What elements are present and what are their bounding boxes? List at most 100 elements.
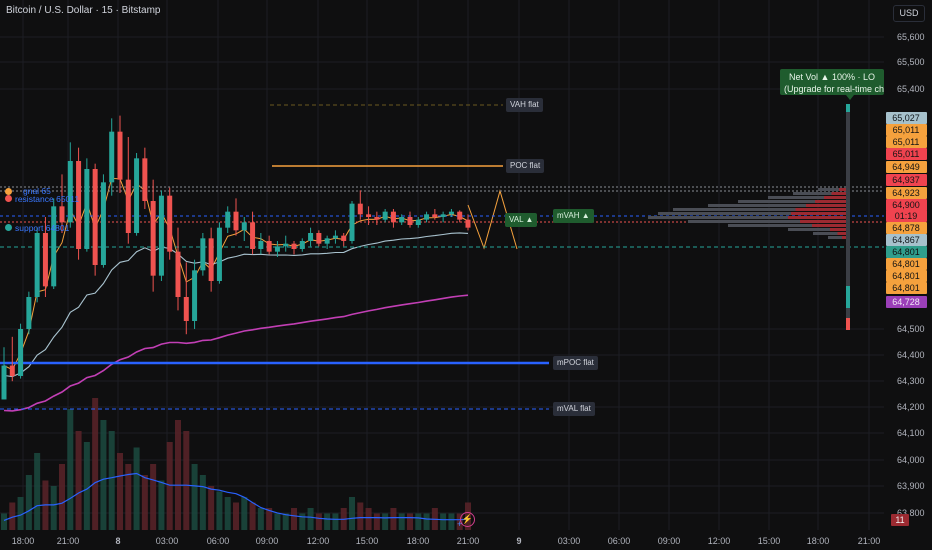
candle-body [183,297,189,321]
candle-body [299,241,305,249]
price-tag-text: 64,801 [892,247,920,257]
level-lines [0,104,884,410]
candle-body [51,206,57,287]
candle-body [349,203,355,241]
profile-bar-neutral [708,204,806,207]
x-tick-label: 03:00 [156,536,179,546]
x-tick-label: 03:00 [558,536,581,546]
net-volume-badge: Net Vol ▲ 100% · LO (Upgrade for real-ti… [780,69,884,95]
candle-body [291,243,297,249]
volume-bar [357,502,364,530]
volume-bar [117,453,123,530]
resistance-alert-icon[interactable] [5,195,12,202]
volume-profile [648,104,850,330]
add-plus-icon[interactable]: + [457,519,462,529]
candle-body [34,233,40,297]
volume-bar [423,513,430,530]
profile-bar-neutral [818,188,839,191]
candle-body [208,238,214,281]
volume-bar [233,502,239,530]
volume-bar [158,480,165,530]
candle-body [67,161,73,223]
candle-body [117,131,123,180]
price-tag-text: 64,801 [892,259,920,269]
volume-bar [34,453,41,530]
volume-bar [382,513,389,530]
candle-body [1,365,7,400]
candlesticks [1,115,471,400]
candle-body [440,214,446,217]
y-tick-label: 64,400 [897,350,925,360]
volume-bar [150,464,157,530]
support-alert-icon[interactable] [5,224,12,231]
symbol-title[interactable]: Bitcoin / U.S. Dollar · 15 · Bitstamp [6,5,161,16]
volume-bar [373,513,380,530]
volume-bar [166,442,173,530]
volume-bar [1,513,7,530]
price-tag-text: 64,728 [892,297,920,307]
profile-bar-down [788,216,848,219]
profile-bar-neutral [728,224,812,227]
candle-body [399,217,405,223]
profile-bar-neutral [658,212,791,215]
x-tick-label: 06:00 [608,536,631,546]
price-tag-text: 64,923 [892,188,920,198]
support-alert-label: support 64801 [15,223,70,233]
profile-bar-down [815,200,848,203]
currency-button[interactable]: USD [893,5,925,22]
candle-body [432,214,438,217]
price-tag-text: 64,900 [892,200,920,210]
profile-bar-down [806,204,848,207]
volume-bar [349,497,355,530]
candle-body [125,179,131,233]
price-tag-text: 65,011 [893,149,920,159]
volume-bar [108,431,115,530]
candle-body [192,270,198,321]
candle-body [424,214,430,220]
price-tag-text: 64,878 [892,223,920,233]
candle-body [142,158,148,201]
volume-bar [183,431,190,530]
candle-body [9,365,15,376]
profile-bar-down [791,212,848,215]
volume-bar [291,508,297,530]
x-tick-label: 09:00 [658,536,681,546]
vah-label: VAH flat [506,98,543,112]
candle-body [308,233,314,241]
profile-bar-down [812,224,848,227]
volume-tag-text: 11 [895,515,904,525]
candle-body [457,211,463,220]
net-volume-line2: (Upgrade for real-time cha [784,84,884,94]
volume-bar [241,497,248,530]
x-tick-label: 21:00 [457,536,480,546]
volume-bars [1,398,471,530]
candle-body [316,233,322,244]
price-tag-text: 64,867 [892,235,920,245]
x-tick-label: 09:00 [256,536,279,546]
profile-bar-neutral [828,236,842,239]
volume-bar [191,464,198,530]
price-tag-text: 64,801 [892,283,920,293]
candle-body [216,227,222,281]
x-tick-label: 18:00 [807,536,830,546]
volume-bar [415,513,422,530]
volume-bar [199,475,206,530]
candle-body [465,219,471,228]
candle-body [59,206,65,223]
signal-alert-icon[interactable] [5,188,12,195]
x-tick-label: 18:00 [12,536,35,546]
volume-bar [141,475,148,530]
profile-column-red [846,318,850,330]
candle-body [274,246,280,252]
y-tick-label: 65,400 [897,84,925,94]
volume-bar [440,513,447,530]
profile-bar-down [830,228,848,231]
x-tick-label: 9 [516,536,521,546]
profile-bar-neutral [648,216,788,219]
volume-bar [398,513,405,530]
volume-bar [365,508,372,530]
price-tag-text: 65,011 [893,125,920,135]
profile-bar-neutral [768,196,824,199]
resistance-alert-label: resistance 65011 [15,194,80,204]
time-axis[interactable]: 18:00 21:00 8 03:00 06:00 09:00 12:00 15:00 18:0… [12,536,881,546]
